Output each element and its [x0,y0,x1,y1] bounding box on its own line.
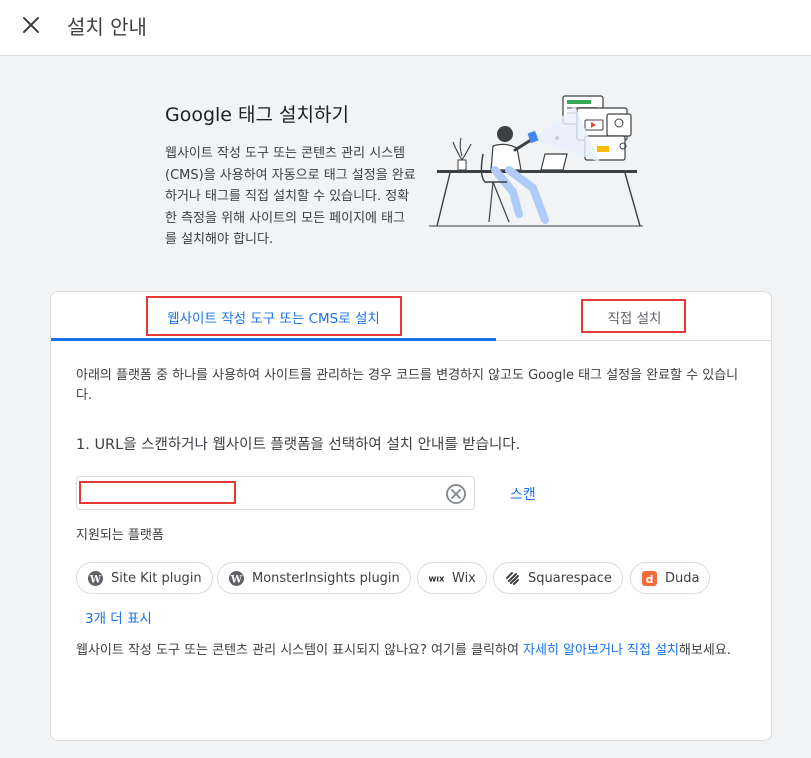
close-icon [23,17,39,33]
wix-icon: WIX [428,570,445,587]
platform-chip-label: Wix [452,570,476,586]
footnote-suffix: 해보세요. [678,643,731,658]
tab-bar: 웹사이트 작성 도구 또는 CMS로 설치 직접 설치 [51,292,771,341]
platform-chip-label: Squarespace [528,570,612,586]
install-card: 웹사이트 작성 도구 또는 CMS로 설치 직접 설치 아래의 플랫폼 중 하나… [50,291,772,741]
squarespace-icon [504,570,521,587]
svg-text:WIX: WIX [429,575,445,583]
duda-icon: d [641,570,658,587]
learn-more-link[interactable]: 자세히 알아보거나 직접 설치 [523,643,679,658]
platform-chip-label: MonsterInsights plugin [252,570,400,586]
show-more-button[interactable]: 3개 더 표시 [85,607,152,627]
active-tab-indicator [51,338,496,341]
tab-direct-install-label: 직접 설치 [607,310,662,327]
platform-chip-label: Site Kit plugin [111,570,202,586]
hero-title: Google 태그 설치하기 [165,104,349,126]
clear-icon[interactable] [445,483,467,505]
wordpress-icon: W [228,570,245,587]
cms-description: 아래의 플랫폼 중 하나를 사용하여 사이트를 관리하는 경우 코드를 변경하지… [76,368,739,403]
svg-text:W: W [230,574,243,585]
platform-chip-squarespace[interactable]: Squarespace [493,562,623,594]
url-field [76,476,475,510]
hero-description: 웹사이트 작성 도구 또는 콘텐츠 관리 시스템(CMS)을 사용하여 자동으로… [165,146,416,247]
platform-chip-site-kit[interactable]: W Site Kit plugin [76,562,213,594]
tab-direct-install[interactable]: 직접 설치 [496,292,771,341]
platform-chip-label: Duda [665,570,700,586]
platform-chip-wix[interactable]: WIX Wix [417,562,487,594]
tab-cms-install-label: 웹사이트 작성 도구 또는 CMS로 설치 [167,310,380,327]
platform-chip-monsterinsights[interactable]: W MonsterInsights plugin [217,562,411,594]
top-bar: 설치 안내 [0,0,811,56]
close-button[interactable] [14,8,48,42]
scan-button[interactable]: 스캔 [510,484,536,504]
url-input[interactable] [85,482,435,504]
step-1-instruction: 1. URL을 스캔하거나 웹사이트 플랫폼을 선택하여 설치 안내를 받습니다… [76,437,521,453]
tab-cms-install[interactable]: 웹사이트 작성 도구 또는 CMS로 설치 [51,292,496,341]
footnote: 웹사이트 작성 도구 또는 콘텐츠 관리 시스템이 표시되지 않나요? 여기를 … [76,641,756,661]
wordpress-icon: W [87,570,104,587]
supported-platforms-label: 지원되는 플랫폼 [76,528,164,543]
svg-text:W: W [89,574,102,585]
svg-text:d: d [646,573,654,586]
installation-illustration [429,95,643,227]
page-title: 설치 안내 [67,15,147,39]
platform-chip-duda[interactable]: d Duda [630,562,711,594]
footnote-text: 웹사이트 작성 도구 또는 콘텐츠 관리 시스템이 표시되지 않나요? 여기를 … [76,643,524,658]
